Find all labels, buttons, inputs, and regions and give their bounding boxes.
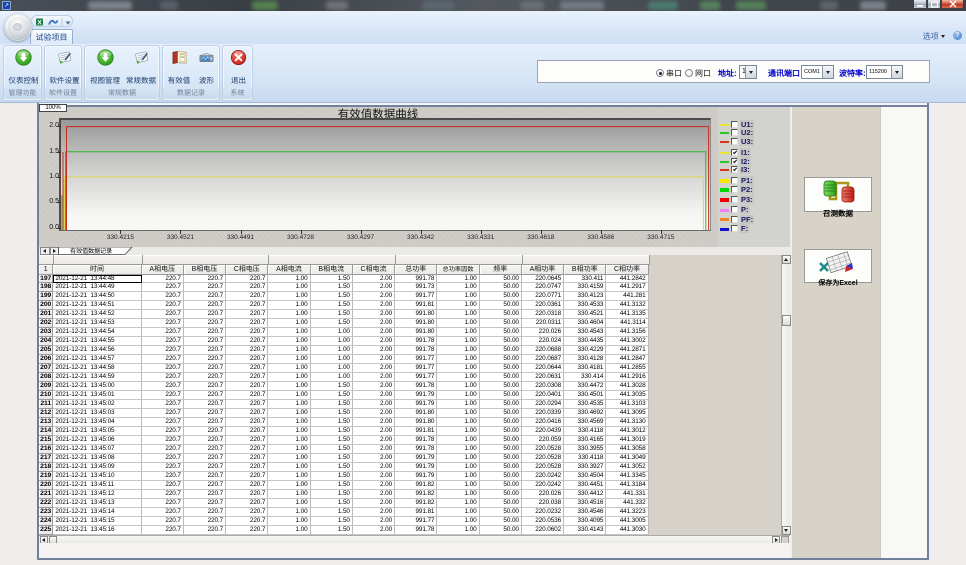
svg-text:X: X <box>37 20 42 27</box>
svg-text:有效值数据记录: 有效值数据记录 <box>70 247 112 255</box>
